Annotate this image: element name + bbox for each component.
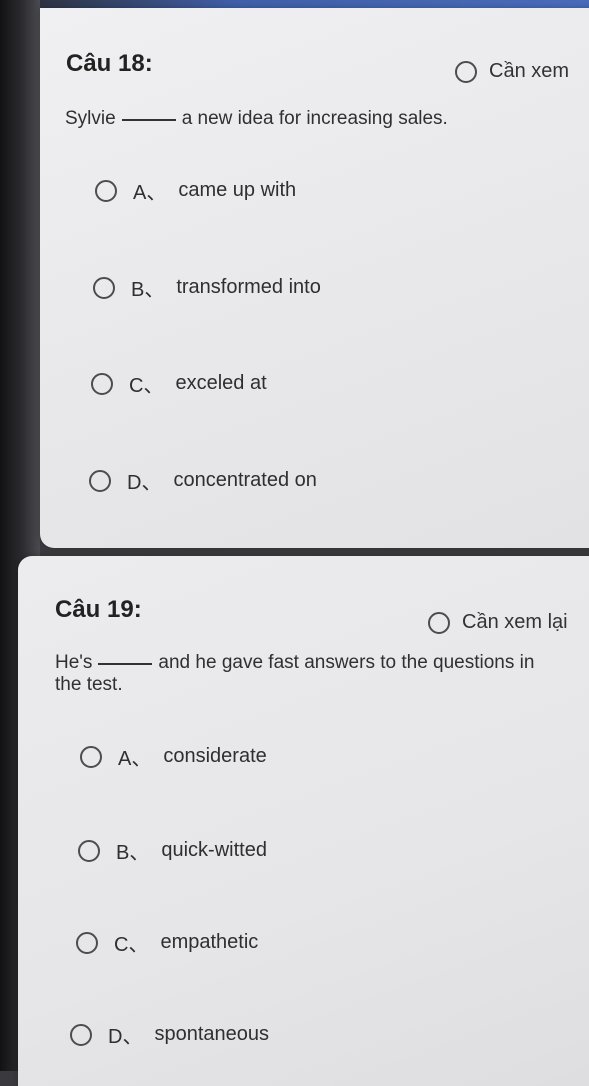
option-radio-icon[interactable] — [95, 179, 117, 202]
option-letter: B、 — [131, 279, 165, 301]
option-text: concentrated on — [173, 469, 317, 491]
option-letter: B、 — [116, 842, 150, 864]
review-label: Cần xem — [489, 60, 570, 82]
option-letter: C、 — [114, 934, 149, 956]
review-radio-icon[interactable] — [428, 611, 450, 634]
question-stem: Sylvie a new idea for increasing sales. — [65, 108, 448, 130]
review-toggle[interactable]: Cần xem — [455, 60, 569, 83]
option-text: exceled at — [175, 372, 267, 394]
question-stem: He's and he gave fast answers to the ques… — [55, 652, 589, 696]
stem-after: a new idea for increasing sales. — [181, 108, 448, 129]
review-label: Cần xem lại — [462, 611, 568, 633]
option-radio-icon[interactable] — [93, 276, 115, 299]
question-title: Câu 19: — [55, 596, 142, 623]
option-letter: A、 — [133, 182, 167, 204]
option-a[interactable]: A、 came up with — [95, 176, 296, 205]
option-text: quick-witted — [161, 839, 267, 861]
option-c[interactable]: C、 exceled at — [91, 369, 267, 398]
answer-blank — [121, 119, 176, 121]
question-card-19: Câu 19: Cần xem lại He's and he gave fast… — [18, 556, 589, 1086]
stem-before: He's — [55, 652, 93, 673]
question-title: Câu 18: — [66, 50, 153, 77]
option-text: considerate — [163, 745, 267, 767]
option-d[interactable]: D、 spontaneous — [70, 1020, 269, 1049]
review-radio-icon[interactable] — [455, 60, 477, 83]
option-radio-icon[interactable] — [89, 469, 111, 492]
stem-line-2: the test. — [55, 674, 123, 695]
option-radio-icon[interactable] — [80, 745, 102, 768]
option-b[interactable]: B、 transformed into — [93, 273, 321, 302]
option-letter: D、 — [127, 472, 162, 494]
option-letter: D、 — [108, 1026, 143, 1048]
option-text: empathetic — [160, 931, 259, 953]
option-letter: A、 — [118, 748, 152, 770]
option-letter: C、 — [129, 375, 164, 397]
option-text: spontaneous — [154, 1023, 269, 1045]
option-radio-icon[interactable] — [78, 839, 100, 862]
top-strip — [0, 0, 589, 8]
stem-after: and he gave fast answers to the question… — [158, 652, 535, 673]
option-radio-icon[interactable] — [76, 931, 98, 954]
option-b[interactable]: B、 quick-witted — [78, 836, 267, 865]
review-toggle[interactable]: Cần xem lại — [428, 611, 568, 634]
option-d[interactable]: D、 concentrated on — [89, 466, 317, 495]
answer-blank — [98, 663, 153, 665]
option-a[interactable]: A、 considerate — [80, 742, 267, 771]
option-text: came up with — [178, 179, 297, 201]
option-radio-icon[interactable] — [70, 1023, 92, 1046]
option-text: transformed into — [176, 276, 321, 298]
question-card-18: Câu 18: Cần xem Sylvie a new idea for inc… — [40, 8, 589, 548]
option-radio-icon[interactable] — [91, 372, 113, 395]
option-c[interactable]: C、 empathetic — [76, 928, 258, 957]
stem-before: Sylvie — [65, 108, 116, 129]
